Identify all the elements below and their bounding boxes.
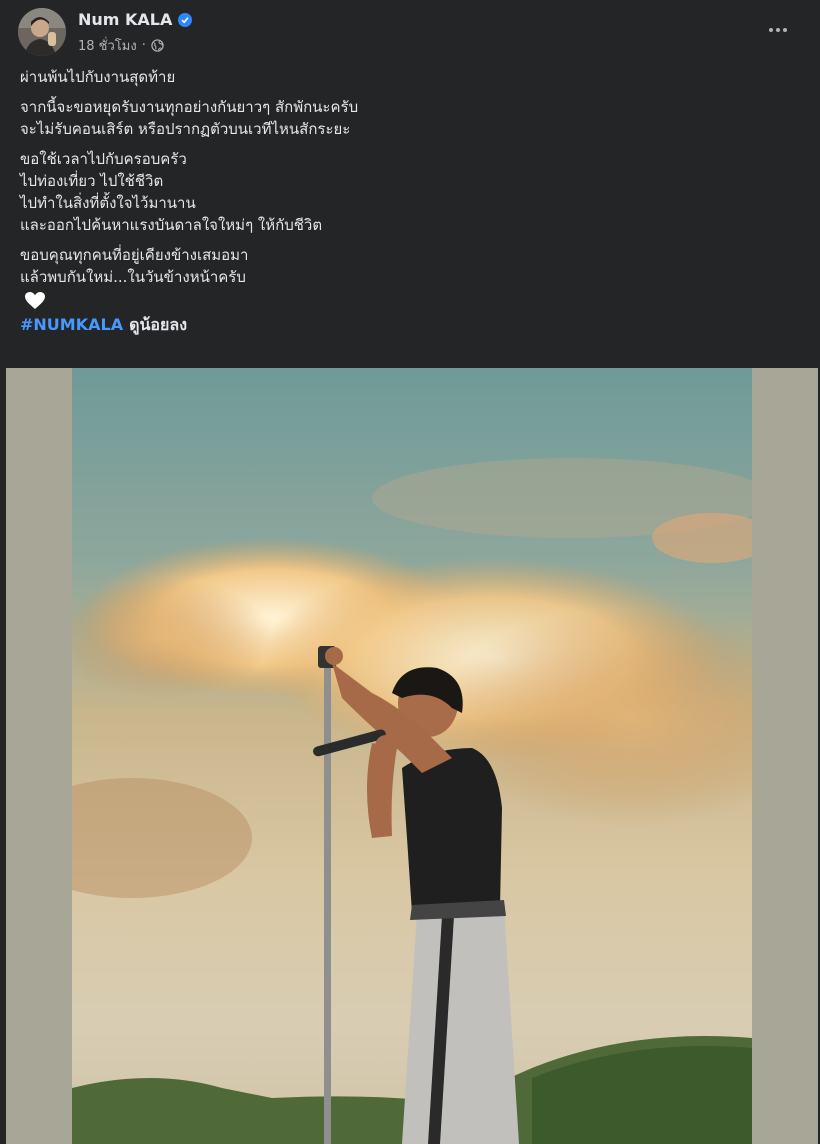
meta-separator: · [141,38,146,53]
author-name[interactable]: Num KALA [78,10,172,29]
post-time[interactable]: 18 ชั่วโมง [78,35,137,56]
avatar[interactable] [18,8,66,56]
verified-badge-icon [178,12,193,27]
post-media[interactable] [6,368,818,1144]
hashtag-link[interactable]: #NUMKALA [20,315,123,334]
text-line: จากนี้จะขอหยุดรับงานทุกอย่างกันยาวๆ สักพ… [20,98,359,116]
author-name-row: Num KALA [78,10,193,29]
text-line: ไปทำในสิ่งที่ตั้งใจไว้มานาน [20,194,196,212]
more-options-icon[interactable] [762,16,794,44]
text-line: ผ่านพ้นไปกับงานสุดท้าย [20,68,176,86]
text-line: ขอบคุณทุกคนที่อยู่เคียงข้างเสมอมา [20,246,249,264]
text-line: ไปท่องเที่ยว ไปใช้ชีวิต [20,172,164,190]
paragraph-1: ผ่านพ้นไปกับงานสุดท้าย [20,66,790,88]
see-less-link[interactable]: ดูน้อยลง [129,315,187,334]
text-line: จะไม่รับคอนเสิร์ต หรือปรากฏตัวบนเวทีไหนส… [20,120,351,138]
paragraph-3: ขอใช้เวลาไปกับครอบครัว ไปท่องเที่ยว ไปใช… [20,148,790,236]
post-text: ผ่านพ้นไปกับงานสุดท้าย จากนี้จะขอหยุดรับ… [20,66,790,336]
paragraph-4: ขอบคุณทุกคนที่อยู่เคียงข้างเสมอมา แล้วพบ… [20,244,790,288]
singer-photo-image [72,368,752,1144]
text-line: ขอใช้เวลาไปกับครอบครัว [20,150,187,168]
post-meta: 18 ชั่วโมง · [78,35,164,56]
text-line: แล้วพบกันใหม่...ในวันข้างหน้าครับ [20,268,246,286]
hashtag-row: #NUMKALA ดูน้อยลง [20,314,790,336]
concert-photo[interactable] [72,368,752,1144]
heart-icon [24,291,790,313]
paragraph-2: จากนี้จะขอหยุดรับงานทุกอย่างกันยาวๆ สักพ… [20,96,790,140]
globe-icon [151,39,164,52]
text-line: และออกไปค้นหาแรงบันดาลใจใหม่ๆ ให้กับชีวิ… [20,216,323,234]
post-header: Num KALA 18 ชั่วโมง · [18,8,802,58]
facebook-post: Num KALA 18 ชั่วโมง · ผ่านพ้นไปกับงานสุด… [0,0,820,1144]
